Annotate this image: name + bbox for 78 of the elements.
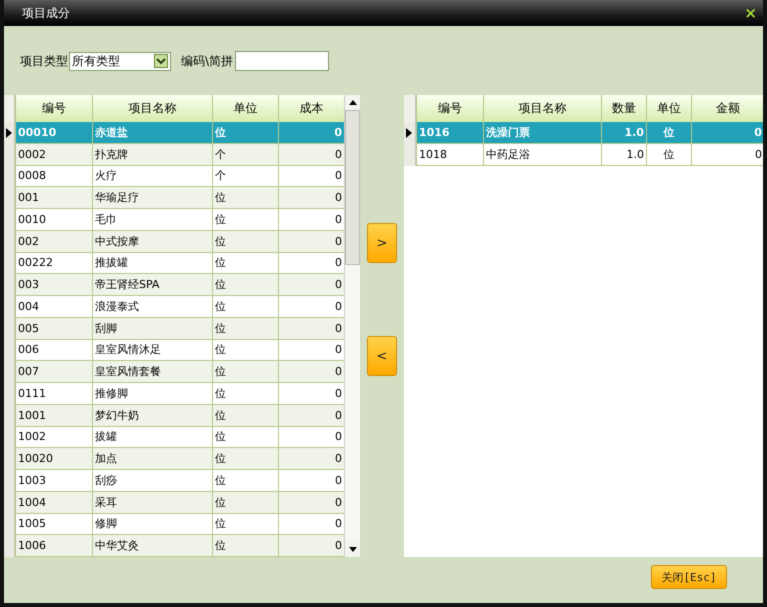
table-row[interactable]: 003 帝王肾经SPA 位 0 xyxy=(4,274,344,296)
table-cell: 0 xyxy=(278,187,344,209)
table-cell: 1.0 xyxy=(600,122,646,144)
window-title: 项目成分 xyxy=(22,4,70,22)
type-label: 项目类型 xyxy=(20,52,68,70)
table-cell: 中式按摩 xyxy=(92,230,212,252)
table-cell: 001 xyxy=(15,187,92,209)
table-cell: 005 xyxy=(15,318,92,340)
code-label: 编码\简拼 xyxy=(181,52,234,70)
table-cell: 个 xyxy=(212,144,278,166)
table-row[interactable]: 002 中式按摩 位 0 xyxy=(4,230,344,252)
table-cell: 帝王肾经SPA xyxy=(92,274,212,296)
table-cell: 0 xyxy=(278,144,344,166)
table-cell: 0 xyxy=(278,318,344,340)
table-cell: 1004 xyxy=(15,492,92,514)
table-cell: 位 xyxy=(212,492,278,514)
table-cell: 0 xyxy=(278,230,344,252)
table-cell: 1001 xyxy=(15,404,92,426)
type-dropdown[interactable]: 所有类型 xyxy=(69,52,171,70)
move-button[interactable]: < xyxy=(367,336,397,376)
table-cell: 扑克牌 xyxy=(92,144,212,166)
table-cell: 位 xyxy=(212,122,278,144)
table-row[interactable]: 1001 梦幻牛奶 位 0 xyxy=(4,404,344,426)
table-cell: 中药足浴 xyxy=(482,144,601,166)
table-cell: 0 xyxy=(278,404,344,426)
table-cell: 位 xyxy=(212,187,278,209)
table-cell: 10020 xyxy=(15,448,92,470)
table-cell: 0 xyxy=(278,274,344,296)
table-row[interactable]: 005 刮脚 位 0 xyxy=(4,318,344,340)
table-cell: 0 xyxy=(278,535,344,557)
table-cell: 0 xyxy=(278,361,344,383)
table-cell: 刮脚 xyxy=(92,318,212,340)
table-cell: 0 xyxy=(690,122,763,144)
table-cell: 002 xyxy=(15,230,92,252)
table-cell: 0 xyxy=(690,144,763,166)
table-cell: 0002 xyxy=(15,144,92,166)
move-button[interactable]: > xyxy=(367,223,397,263)
close-button[interactable]: 关闭[Esc] xyxy=(651,565,727,589)
table-row[interactable]: 1018 中药足浴 1.0 位 0 xyxy=(404,144,763,166)
table-row[interactable]: 0002 扑克牌 个 0 xyxy=(4,144,344,166)
table-cell: 1016 xyxy=(416,122,483,144)
table-cell: 1018 xyxy=(416,144,483,166)
table-cell: 位 xyxy=(212,535,278,557)
table-cell: 洗澡门票 xyxy=(482,122,601,144)
table-cell: 梦幻牛奶 xyxy=(92,404,212,426)
table-cell: 中华艾灸 xyxy=(92,535,212,557)
table-cell: 003 xyxy=(15,274,92,296)
table-cell: 位 xyxy=(212,274,278,296)
close-icon[interactable]: × xyxy=(744,4,757,22)
table-cell: 位 xyxy=(646,144,691,166)
table-cell: 1.0 xyxy=(600,144,646,166)
table-cell: 位 xyxy=(212,361,278,383)
scroll-thumb[interactable] xyxy=(345,110,360,265)
table-cell: 皇室风情套餐 xyxy=(92,361,212,383)
table-cell: 位 xyxy=(212,448,278,470)
table-cell: 采耳 xyxy=(92,492,212,514)
code-input-field[interactable] xyxy=(235,51,330,71)
table-cell: 0 xyxy=(278,122,344,144)
scroll-up-icon[interactable] xyxy=(348,100,357,105)
table-cell: 赤道盐 xyxy=(92,122,212,144)
table-cell: 007 xyxy=(15,361,92,383)
table-cell: 华瑜足疗 xyxy=(92,187,212,209)
table-cell: 0 xyxy=(278,448,344,470)
table-cell: 位 xyxy=(212,318,278,340)
table-cell: 位 xyxy=(212,404,278,426)
table-row[interactable]: 1004 采耳 位 0 xyxy=(4,492,344,514)
table-row[interactable]: 007 皇室风情套餐 位 0 xyxy=(4,361,344,383)
table-row[interactable]: 001 华瑜足疗 位 0 xyxy=(4,187,344,209)
table-cell: 加点 xyxy=(92,448,212,470)
table-row[interactable]: 1006 中华艾灸 位 0 xyxy=(4,535,344,557)
table-row[interactable]: 10020 加点 位 0 xyxy=(4,448,344,470)
table-cell: 位 xyxy=(646,122,691,144)
scrollbar[interactable] xyxy=(344,95,360,557)
table-cell: 位 xyxy=(212,230,278,252)
table-cell: 1006 xyxy=(15,535,92,557)
table-cell: 00010 xyxy=(15,122,92,144)
scroll-down-icon[interactable] xyxy=(348,547,357,552)
table-cell: 0 xyxy=(278,492,344,514)
